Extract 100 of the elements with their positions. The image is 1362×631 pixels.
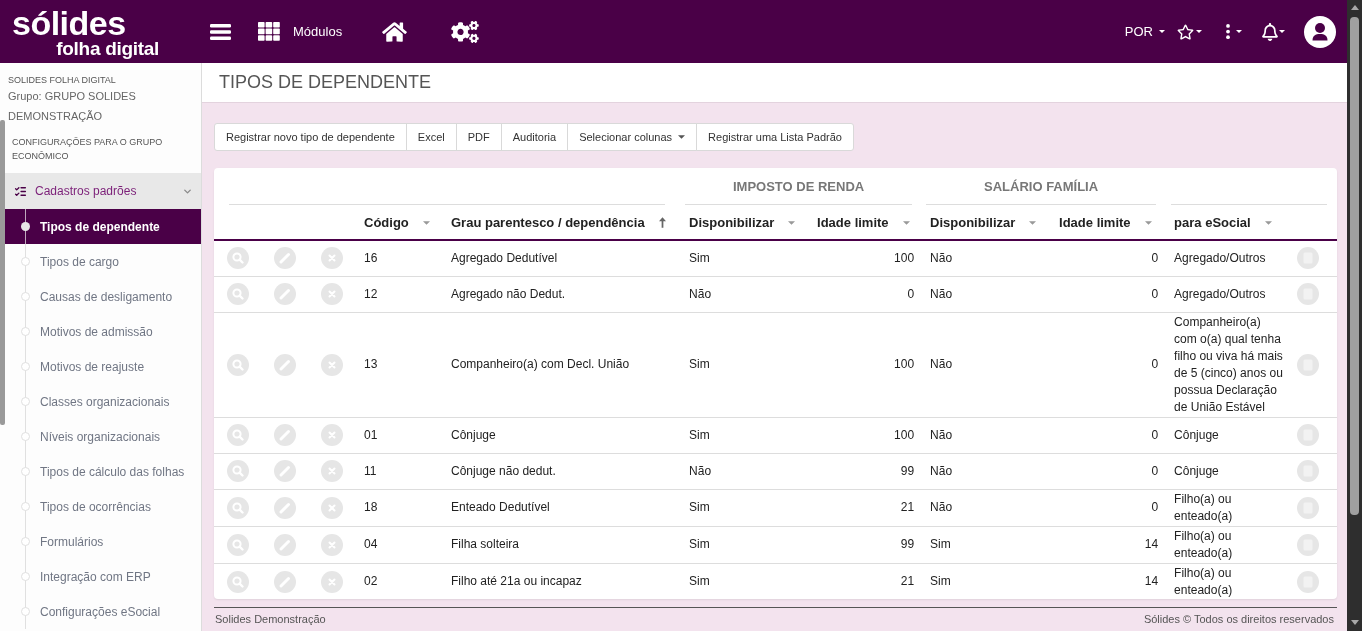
search-icon[interactable] bbox=[226, 247, 249, 270]
table-cell: Sim bbox=[922, 526, 1052, 563]
language-dropdown[interactable]: POR bbox=[1124, 21, 1165, 42]
arrow-down-icon[interactable] bbox=[1350, 620, 1359, 625]
more-options-dropdown[interactable] bbox=[1226, 24, 1242, 39]
search-icon[interactable] bbox=[226, 496, 249, 519]
search-icon[interactable] bbox=[226, 283, 249, 305]
pencil-icon[interactable] bbox=[273, 570, 296, 593]
tree-node-icon bbox=[21, 432, 30, 441]
pencil-icon[interactable] bbox=[273, 460, 296, 482]
delete-icon[interactable] bbox=[321, 424, 343, 446]
column-header[interactable]: Idade limite bbox=[817, 213, 910, 233]
toolbar-button[interactable]: Auditoria bbox=[500, 123, 569, 151]
table-cell: Filho(a) ou enteado(a) bbox=[1166, 563, 1295, 599]
table-cell: 02 bbox=[356, 563, 443, 599]
tree-node-icon bbox=[21, 222, 30, 231]
document-icon[interactable] bbox=[1297, 353, 1320, 376]
document-icon[interactable] bbox=[1297, 570, 1320, 593]
avatar-icon[interactable] bbox=[1304, 15, 1336, 48]
toolbar-button[interactable]: Excel bbox=[405, 123, 457, 151]
table-cell: 01 bbox=[356, 417, 443, 453]
sidebar-menu-item[interactable]: Níveis organizacionais bbox=[5, 419, 201, 454]
column-header[interactable]: Disponibilizar bbox=[930, 213, 1037, 233]
menu-icon[interactable] bbox=[210, 23, 231, 40]
app-name: SOLIDES FOLHA DIGITAL bbox=[7, 74, 117, 86]
sidebar-menu-item[interactable]: Integração com ERP bbox=[5, 559, 201, 594]
table-cell: 18 bbox=[356, 489, 443, 526]
delete-icon[interactable] bbox=[321, 496, 343, 519]
home-icon[interactable] bbox=[382, 20, 408, 43]
toolbar-button[interactable]: PDF bbox=[455, 123, 502, 151]
search-icon[interactable] bbox=[226, 424, 249, 446]
table-cell: Sim bbox=[681, 417, 810, 453]
table-cell: Sim bbox=[681, 489, 810, 526]
sidebar-menu-item[interactable]: Classes organizacionais bbox=[5, 384, 201, 419]
tree-node-icon bbox=[21, 467, 30, 476]
column-header[interactable]: Disponibilizar bbox=[689, 213, 796, 233]
sidebar-menu-item[interactable]: Tipos de cargo bbox=[5, 244, 201, 279]
document-icon[interactable] bbox=[1297, 460, 1320, 482]
sidebar-menu-item[interactable]: Motivos de admissão bbox=[5, 314, 201, 349]
pencil-icon[interactable] bbox=[273, 533, 296, 556]
delete-icon[interactable] bbox=[321, 533, 343, 556]
delete-icon[interactable] bbox=[321, 460, 343, 482]
tree-node-icon bbox=[21, 537, 30, 546]
table-cell: Agregado Dedutível bbox=[443, 240, 682, 276]
pencil-icon[interactable] bbox=[273, 247, 296, 270]
toolbar-button[interactable]: Registrar novo tipo de dependente bbox=[214, 123, 407, 151]
table-cell: 11 bbox=[356, 453, 443, 489]
document-icon[interactable] bbox=[1297, 496, 1320, 519]
pencil-icon[interactable] bbox=[273, 424, 296, 446]
table-cell: 99 bbox=[809, 453, 923, 489]
table-cell: 21 bbox=[809, 563, 923, 599]
settings-icon[interactable] bbox=[451, 20, 480, 43]
column-header[interactable]: Idade limite bbox=[1059, 213, 1152, 233]
column-header[interactable]: para eSocial bbox=[1174, 213, 1272, 233]
table-cell: Sim bbox=[681, 563, 810, 599]
column-header[interactable]: Código bbox=[364, 213, 430, 233]
tree-node-icon bbox=[21, 292, 30, 301]
arrow-up-icon[interactable] bbox=[1350, 5, 1359, 10]
search-icon[interactable] bbox=[226, 570, 249, 593]
pencil-icon[interactable] bbox=[273, 353, 296, 376]
search-icon[interactable] bbox=[226, 533, 249, 556]
delete-icon[interactable] bbox=[321, 570, 343, 593]
notifications-dropdown[interactable] bbox=[1262, 22, 1285, 41]
brand-logo-text[interactable]: sólides bbox=[12, 8, 126, 38]
search-icon[interactable] bbox=[226, 460, 249, 482]
table-cell: 0 bbox=[1051, 489, 1167, 526]
caret-icon bbox=[1196, 30, 1202, 33]
table-cell: Sim bbox=[681, 240, 810, 276]
toolbar-button[interactable]: Registrar uma Lista Padrão bbox=[696, 123, 854, 151]
document-icon[interactable] bbox=[1297, 247, 1320, 270]
delete-icon[interactable] bbox=[321, 247, 343, 270]
sidebar-menu-item[interactable]: Tipos de ocorrências bbox=[5, 489, 201, 524]
modules-button[interactable]: Módulos bbox=[258, 21, 343, 42]
table-cell: 21 bbox=[809, 489, 923, 526]
sidebar-menu-item[interactable]: Configurações eSocial bbox=[5, 594, 201, 629]
sidebar-menu-item[interactable]: Formulários bbox=[5, 524, 201, 559]
economic-group-link[interactable]: CONFIGURAÇÕES PARA O GRUPO ECONÔMICO bbox=[5, 135, 180, 163]
delete-icon[interactable] bbox=[321, 353, 343, 376]
sidebar-menu-item[interactable]: Causas de desligamento bbox=[5, 279, 201, 314]
sidebar-menu-item[interactable]: Tipos de cálculo das folhas bbox=[5, 454, 201, 489]
table-cell: Agregado/Outros bbox=[1166, 240, 1295, 276]
pencil-icon[interactable] bbox=[273, 496, 296, 519]
toolbar-button[interactable]: Selecionar colunas bbox=[567, 123, 698, 151]
document-icon[interactable] bbox=[1297, 283, 1320, 305]
table-cell: Não bbox=[922, 312, 1052, 417]
tree-node-icon bbox=[21, 502, 30, 511]
document-icon[interactable] bbox=[1297, 533, 1320, 556]
table-cell: Agregado não Dedut. bbox=[443, 276, 682, 312]
sidebar-menu-item[interactable]: Motivos de reajuste bbox=[5, 349, 201, 384]
sidebar-section-header[interactable]: Cadastros padrões bbox=[5, 173, 201, 209]
column-header[interactable]: Grau parentesco / dependência bbox=[451, 213, 666, 233]
search-icon[interactable] bbox=[226, 353, 249, 376]
scrollbar-thumb[interactable] bbox=[1350, 17, 1359, 515]
document-icon[interactable] bbox=[1297, 424, 1320, 446]
table-cell: Companheiro(a) com Decl. União bbox=[443, 312, 682, 417]
sidebar-menu-item[interactable]: Tipos de dependente bbox=[5, 209, 201, 244]
sidebar-scrollbar-thumb[interactable] bbox=[0, 120, 5, 425]
pencil-icon[interactable] bbox=[273, 283, 296, 305]
favorites-dropdown[interactable] bbox=[1177, 23, 1202, 40]
delete-icon[interactable] bbox=[321, 283, 343, 305]
